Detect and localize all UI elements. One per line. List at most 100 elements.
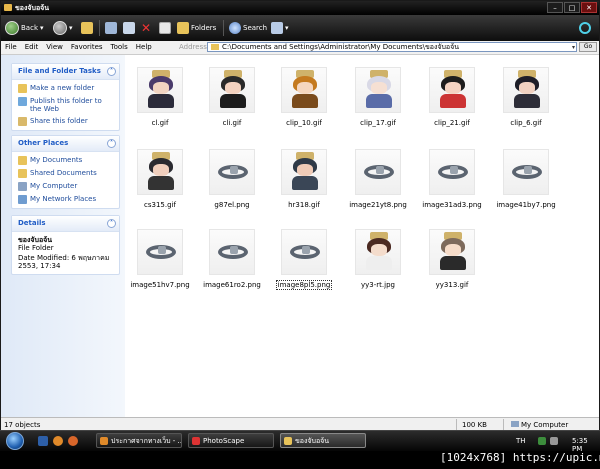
file-item[interactable]: yy3-rt.jpg <box>343 223 413 295</box>
file-item[interactable]: g87el.png <box>197 143 267 215</box>
task-label: Publish this folder to the Web <box>30 97 102 113</box>
task-photoscape[interactable]: PhotoScape <box>188 433 274 448</box>
menu-edit[interactable]: Edit <box>21 43 43 51</box>
menu-help[interactable]: Help <box>132 43 156 51</box>
file-name-text: image41by7.png <box>496 201 556 209</box>
show-desktop-icon[interactable] <box>38 436 48 446</box>
start-button[interactable] <box>6 432 24 450</box>
file-item[interactable]: cl.gif <box>125 61 195 133</box>
file-name-text: hr318.gif <box>288 201 320 209</box>
firefox-icon <box>100 437 108 445</box>
file-item[interactable]: image51hv7.png <box>125 223 195 295</box>
close-button[interactable]: ✕ <box>581 2 597 13</box>
language-indicator[interactable]: TH <box>516 437 526 445</box>
file-name: image61ro2.png <box>197 281 267 289</box>
chevron-down-icon[interactable]: ▾ <box>572 43 575 51</box>
place-shared-documents[interactable]: Shared Documents <box>12 167 119 180</box>
details-panel: Details ˄ ของจับอจ้น File Folder Date Mo… <box>11 215 120 275</box>
body-shape <box>148 94 174 108</box>
properties-button[interactable] <box>159 20 171 36</box>
file-name: yy313.gif <box>417 281 487 289</box>
file-item[interactable]: image41by7.png <box>491 143 561 215</box>
file-name-text: clip_6.gif <box>510 119 542 127</box>
forward-button[interactable]: ▾ <box>53 20 73 36</box>
task-label: Make a new folder <box>30 84 95 92</box>
panel-header[interactable]: Other Places ˄ <box>12 136 119 152</box>
up-folder-button[interactable] <box>81 20 93 36</box>
status-bar: 17 objects 100 KB My Computer <box>1 417 599 431</box>
file-thumbnail <box>209 67 255 113</box>
firefox-icon[interactable] <box>53 436 63 446</box>
file-item[interactable]: image21yt8.png <box>343 143 413 215</box>
file-thumbnail <box>429 229 475 275</box>
address-label: Address <box>179 43 207 51</box>
file-thumbnail <box>355 229 401 275</box>
views-button[interactable]: ▾ <box>271 20 289 36</box>
place-my-computer[interactable]: My Computer <box>12 180 119 193</box>
task-explorer[interactable]: ของจับอจ้น <box>280 433 366 448</box>
address-value: C:\Documents and Settings\Administrator\… <box>222 43 460 51</box>
place-label: My Computer <box>30 182 78 190</box>
address-field[interactable]: C:\Documents and Settings\Administrator\… <box>207 42 577 52</box>
file-name: cli.gif <box>197 119 267 127</box>
move-to-button[interactable] <box>105 20 117 36</box>
back-label: Back <box>21 24 38 32</box>
chevron-down-icon: ▾ <box>69 24 73 32</box>
menu-favorites[interactable]: Favorites <box>67 43 107 51</box>
folders-button[interactable]: Folders <box>177 20 216 36</box>
menu-tools[interactable]: Tools <box>107 43 132 51</box>
file-item[interactable]: yy313.gif <box>417 223 487 295</box>
back-button[interactable]: Back ▾ <box>5 20 44 36</box>
search-button[interactable]: Search <box>229 20 267 36</box>
folders-label: Folders <box>191 24 217 32</box>
body-shape <box>440 94 466 108</box>
place-my-documents[interactable]: My Documents <box>12 154 119 167</box>
file-name: image21yt8.png <box>343 201 413 209</box>
file-name: g87el.png <box>197 201 267 209</box>
file-folder-tasks-panel: File and Folder Tasks ˄ Make a new folde… <box>11 63 120 131</box>
file-item[interactable]: cs315.gif <box>125 143 195 215</box>
place-my-network[interactable]: My Network Places <box>12 193 119 206</box>
delete-button[interactable]: ✕ <box>141 20 151 36</box>
minimize-button[interactable]: – <box>547 2 563 13</box>
file-item[interactable]: clip_17.gif <box>343 61 413 133</box>
my-documents-icon <box>18 156 27 165</box>
file-item[interactable]: clip_21.gif <box>417 61 487 133</box>
my-computer-icon <box>18 182 27 191</box>
file-item[interactable]: image61ro2.png <box>197 223 267 295</box>
file-item[interactable]: image31ad3.png <box>417 143 487 215</box>
panel-header[interactable]: Details ˄ <box>12 216 119 232</box>
task-browser[interactable]: ประกาศจากทางเว็บ - ... <box>96 433 182 448</box>
file-item[interactable]: cli.gif <box>197 61 267 133</box>
task-make-folder[interactable]: Make a new folder <box>12 82 119 95</box>
file-item[interactable]: image8pl5.png <box>269 223 339 295</box>
file-item[interactable]: clip_6.gif <box>491 61 561 133</box>
maximize-button[interactable]: □ <box>564 2 580 13</box>
menu-view[interactable]: View <box>42 43 67 51</box>
folder-icon <box>4 4 12 11</box>
tray-icon[interactable] <box>538 437 546 445</box>
panel-header[interactable]: File and Folder Tasks ˄ <box>12 64 119 80</box>
title-bar[interactable]: ของจับอจ้น – □ ✕ <box>1 1 599 15</box>
collapse-chevron-icon[interactable]: ˄ <box>107 219 116 228</box>
menu-file[interactable]: File <box>1 43 21 51</box>
my-computer-icon <box>511 421 519 427</box>
face-shape <box>297 164 313 176</box>
volume-icon[interactable] <box>550 437 558 445</box>
shared-documents-icon <box>18 169 27 178</box>
file-name: clip_17.gif <box>343 119 413 127</box>
copy-to-button[interactable] <box>123 20 135 36</box>
go-button[interactable]: Go <box>579 42 597 52</box>
file-item[interactable]: clip_10.gif <box>269 61 339 133</box>
file-view[interactable]: cl.gif cli.gif clip_10.gif clip_17.gif clip_… <box>125 55 599 417</box>
file-name-text: image21yt8.png <box>349 201 407 209</box>
task-publish[interactable]: Publish this folder to the Web <box>12 95 119 115</box>
collapse-chevron-icon[interactable]: ˄ <box>107 67 116 76</box>
collapse-chevron-icon[interactable]: ˄ <box>107 139 116 148</box>
file-item[interactable]: hr318.gif <box>269 143 339 215</box>
firefox-icon[interactable] <box>68 436 78 446</box>
folder-icon <box>284 437 292 445</box>
task-share[interactable]: Share this folder <box>12 115 119 128</box>
window-controls: – □ ✕ <box>547 2 597 13</box>
file-thumbnail <box>429 149 475 195</box>
